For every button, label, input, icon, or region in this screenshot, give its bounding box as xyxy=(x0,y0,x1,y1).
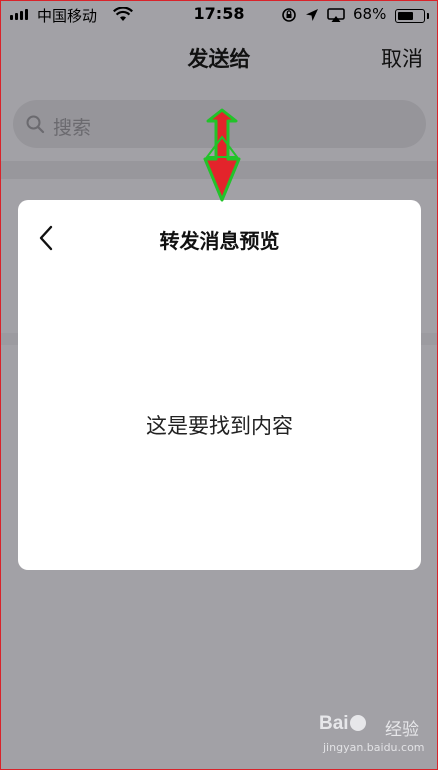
location-icon xyxy=(306,9,318,21)
status-icons xyxy=(281,7,345,23)
status-bar: 中国移动 17:58 68% xyxy=(1,1,437,29)
paw-icon xyxy=(349,715,366,731)
cancel-button[interactable]: 取消 xyxy=(381,43,423,73)
dialog-title: 转发消息预览 xyxy=(159,229,280,253)
watermark-jingyan: 经验 xyxy=(385,720,419,740)
battery-icon xyxy=(395,9,429,23)
watermark-url: jingyan.baidu.com xyxy=(323,741,425,754)
search-placeholder: 搜索 xyxy=(53,117,92,139)
screen: 中国移动 17:58 68% 发送给 取消 搜索 转发消息预览 这是要找到内容 … xyxy=(1,1,437,769)
preview-message-text: 这是要找到内容 xyxy=(146,414,293,438)
battery-percent: 68% xyxy=(353,5,387,23)
page-title: 发送给 xyxy=(187,47,251,71)
down-arrow-icon xyxy=(203,108,241,202)
airplay-icon xyxy=(327,7,345,22)
forward-preview-dialog: 转发消息预览 这是要找到内容 xyxy=(18,200,421,570)
watermark-logo: Bai xyxy=(319,713,367,735)
baidu-jingyan-watermark: Bai 经验 jingyan.baidu.com xyxy=(319,713,429,765)
search-icon xyxy=(26,115,45,134)
nav-bar: 发送给 取消 xyxy=(1,29,437,87)
orientation-lock-icon xyxy=(282,8,296,22)
